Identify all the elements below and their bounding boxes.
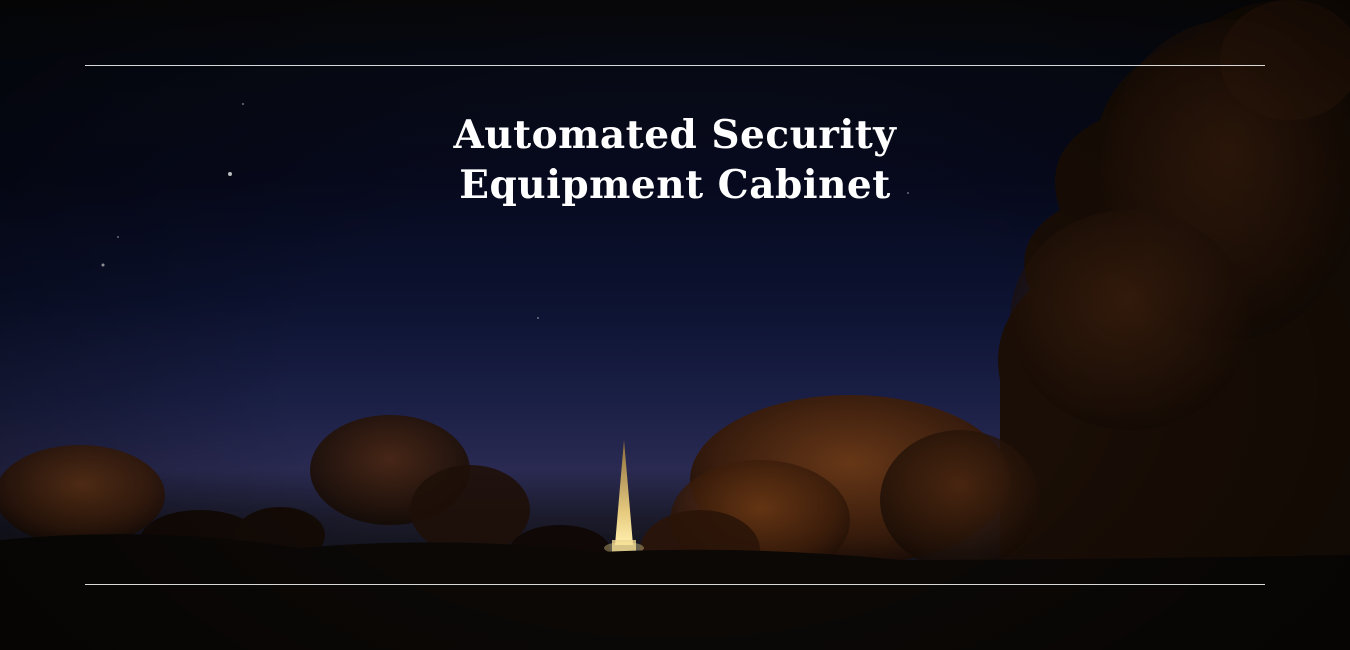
hero-banner: Automated Security Equipment Cabinet — [0, 0, 1350, 650]
vignette-overlay — [0, 0, 1350, 650]
hero-title: Automated Security Equipment Cabinet — [0, 110, 1350, 210]
bottom-divider — [85, 584, 1265, 585]
top-divider — [85, 65, 1265, 66]
hero-title-line-2: Equipment Cabinet — [459, 162, 891, 209]
hero-title-line-1: Automated Security — [453, 112, 897, 159]
